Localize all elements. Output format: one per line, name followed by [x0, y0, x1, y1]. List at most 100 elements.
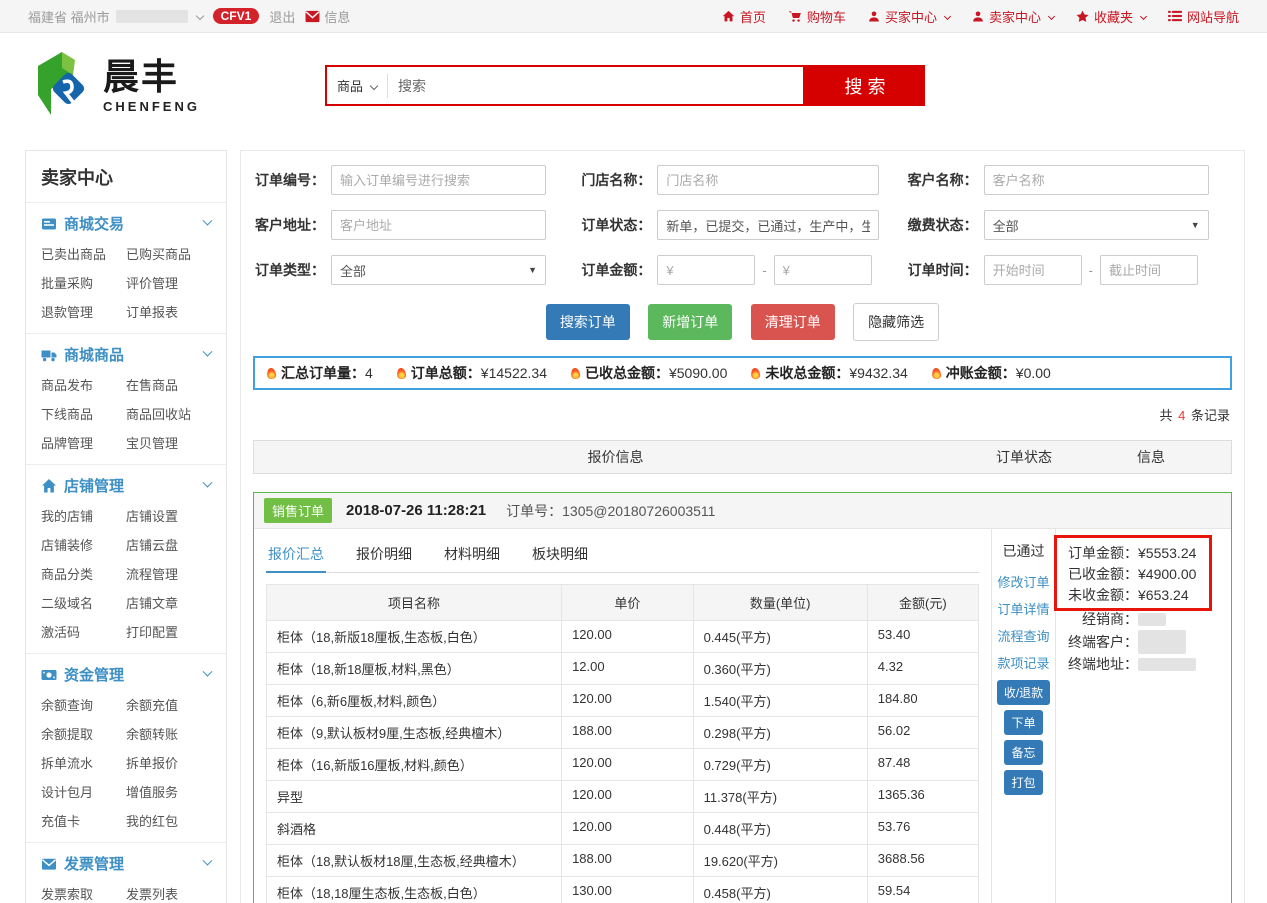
topnav-home[interactable]: 首页 [722, 7, 766, 26]
clean-orders-button[interactable]: 清理订单 [751, 304, 835, 340]
sidebar-link[interactable]: 流程管理 [126, 564, 211, 583]
sidebar-link[interactable]: 余额转账 [126, 724, 211, 743]
order-action-button[interactable]: 下单 [1004, 710, 1042, 735]
customer-name-input[interactable] [984, 165, 1209, 195]
sidebar-link[interactable]: 增值服务 [126, 782, 211, 801]
sidebar-section-mall-goods[interactable]: 商城商品 [41, 344, 211, 365]
topnav-site-navigation[interactable]: 网站导航 [1168, 7, 1239, 26]
table-row: 柜体（18,18厘生态板,生态板,白色） 130.00 0.458(平方) 59… [267, 877, 978, 903]
sidebar-section-funds-manage[interactable]: 资金管理 [41, 664, 211, 685]
sidebar-link[interactable]: 在售商品 [126, 375, 211, 394]
logout-link[interactable]: 退出 [269, 7, 295, 26]
sidebar-link[interactable]: 拆单报价 [126, 753, 211, 772]
order-action-button[interactable]: 收/退款 [997, 680, 1050, 705]
time-start-input[interactable] [984, 255, 1082, 285]
search-category-select[interactable]: 商品 [337, 74, 388, 98]
order-action-link[interactable]: 款项记录 [992, 650, 1055, 677]
sidebar-link[interactable]: 发票索取 [41, 884, 126, 903]
summary-label: 冲账金额： [946, 363, 1016, 383]
cell-quantity: 0.458(平方) [694, 877, 868, 903]
sidebar-link[interactable]: 余额充值 [126, 695, 211, 714]
sidebar-link[interactable]: 我的红包 [126, 811, 211, 830]
order-type-select[interactable]: 全部 [331, 255, 546, 285]
search-button[interactable]: 搜 索 [805, 65, 925, 106]
sidebar-link[interactable]: 余额提取 [41, 724, 126, 743]
store-name-input[interactable] [657, 165, 879, 195]
range-separator: - [762, 263, 766, 278]
cell-item-name: 异型 [267, 781, 562, 812]
tab-panel-detail[interactable]: 板块明细 [530, 537, 590, 572]
sidebar-link[interactable]: 二级域名 [41, 593, 126, 612]
amount-max-input[interactable] [774, 255, 872, 285]
sidebar-link[interactable]: 余额查询 [41, 695, 126, 714]
order-action-link[interactable]: 流程查询 [992, 623, 1055, 650]
topnav-seller-center[interactable]: 卖家中心 [972, 7, 1054, 26]
add-order-button[interactable]: 新增订单 [648, 304, 732, 340]
search-bar: 商品 搜 索 [325, 65, 925, 106]
sidebar-link[interactable]: 店铺云盘 [126, 535, 211, 554]
sidebar-link[interactable]: 店铺文章 [126, 593, 211, 612]
sidebar-link[interactable]: 已卖出商品 [41, 244, 126, 263]
sidebar-link[interactable]: 店铺设置 [126, 506, 211, 525]
sidebar-link[interactable]: 批量采购 [41, 273, 126, 292]
order-card-header: 销售订单 2018-07-26 11:28:21 订单号：1305@201807… [254, 493, 1231, 529]
table-row: 柜体（18,新版18厘板,生态板,白色） 120.00 0.445(平方) 53… [267, 621, 978, 653]
topnav-cart[interactable]: 购物车 [788, 7, 846, 26]
sidebar-link[interactable]: 下线商品 [41, 404, 126, 423]
order-action-link[interactable]: 订单详情 [992, 596, 1055, 623]
order-status-input[interactable] [657, 210, 879, 240]
time-end-input[interactable] [1100, 255, 1198, 285]
sidebar-link[interactable]: 品牌管理 [41, 433, 126, 452]
sidebar-title: 卖家中心 [26, 151, 226, 203]
sidebar-link[interactable]: 店铺装修 [41, 535, 126, 554]
records-number: 4 [1176, 408, 1187, 423]
tab-quote-summary[interactable]: 报价汇总 [266, 537, 326, 573]
cell-amount: 1365.36 [868, 781, 978, 812]
customer-addr-input[interactable] [331, 210, 546, 240]
sidebar-link[interactable]: 商品分类 [41, 564, 126, 583]
sidebar-link[interactable]: 发票列表 [126, 884, 211, 903]
sidebar-section-title: 资金管理 [64, 664, 194, 685]
sidebar-section-mall-trade[interactable]: 商城交易 [41, 213, 211, 234]
sidebar-link[interactable]: 宝贝管理 [126, 433, 211, 452]
sidebar-link[interactable]: 退款管理 [41, 302, 126, 321]
sidebar-link[interactable]: 评价管理 [126, 273, 211, 292]
sidebar-section-invoice-manage[interactable]: 发票管理 [41, 853, 211, 874]
summary-label: 订单总额： [411, 363, 481, 383]
amount-min-input[interactable] [657, 255, 755, 285]
sidebar-section-shop-manage[interactable]: 店铺管理 [41, 475, 211, 496]
order-action-button[interactable]: 打包 [1004, 770, 1042, 795]
sidebar-link[interactable]: 设计包月 [41, 782, 126, 801]
location-selector[interactable]: 福建省 福州市 [28, 7, 203, 26]
topnav-buyer-center[interactable]: 买家中心 [868, 7, 950, 26]
cell-amount: 53.76 [868, 813, 978, 844]
sidebar-link[interactable]: 订单报表 [126, 302, 211, 321]
hide-filter-button[interactable]: 隐藏筛选 [853, 303, 939, 341]
search-orders-button[interactable]: 搜索订单 [546, 304, 630, 340]
search-input[interactable] [388, 78, 793, 94]
tab-quote-detail[interactable]: 报价明细 [354, 537, 414, 572]
sidebar-link[interactable]: 激活码 [41, 622, 126, 641]
chevron-down-icon [203, 216, 213, 226]
order-action-button[interactable]: 备忘 [1004, 740, 1042, 765]
brand-logo: 晨丰 CHENFENG [25, 49, 200, 124]
pay-status-select[interactable]: 全部 [984, 210, 1209, 240]
sidebar-link[interactable]: 商品发布 [41, 375, 126, 394]
order-action-link[interactable]: 修改订单 [992, 569, 1055, 596]
sidebar-link[interactable]: 充值卡 [41, 811, 126, 830]
tab-material-detail[interactable]: 材料明细 [442, 537, 502, 572]
message-link[interactable]: 信息 [305, 7, 350, 26]
sidebar-link[interactable]: 拆单流水 [41, 753, 126, 772]
sidebar-link[interactable]: 商品回收站 [126, 404, 211, 423]
sidebar-link[interactable]: 打印配置 [126, 622, 211, 641]
info-line: 经销商： [1066, 609, 1225, 630]
search-category-label: 商品 [337, 76, 363, 95]
order-no-input[interactable] [331, 165, 546, 195]
summary-item: 冲账金额： ¥0.00 [932, 363, 1051, 383]
sidebar-link[interactable]: 我的店铺 [41, 506, 126, 525]
cell-unit-price: 120.00 [562, 749, 694, 780]
cell-item-name: 柜体（18,默认板材18厘,生态板,经典檀木） [267, 845, 562, 876]
sidebar-link[interactable]: 已购买商品 [126, 244, 211, 263]
topnav-favorites[interactable]: 收藏夹 [1076, 7, 1146, 26]
cell-item-name: 柜体（18,新18厘板,材料,黑色） [267, 653, 562, 684]
